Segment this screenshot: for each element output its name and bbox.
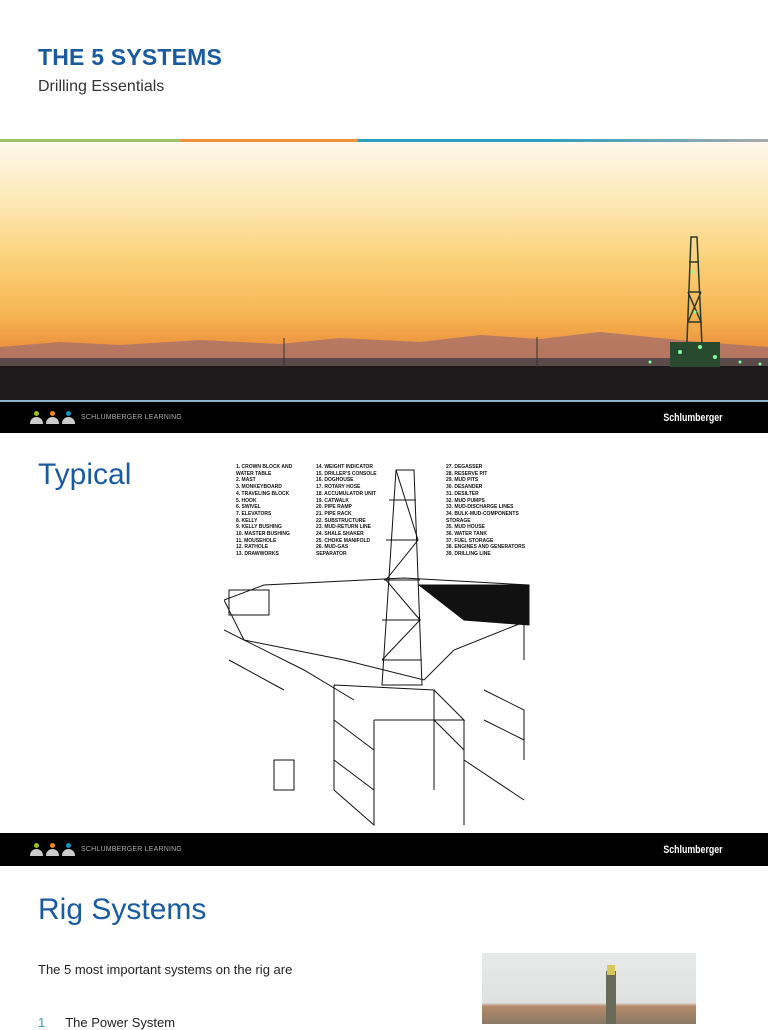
list-item: 1 The Power System: [38, 1015, 175, 1030]
rig-diagram: 1. CROWN BLOCK AND WATER TABLE 2. MAST 3. …: [224, 460, 534, 828]
slide-title-typical: Typical: [38, 458, 132, 491]
brand-logo: Schlumberger: [663, 411, 723, 424]
learning-logo-icon: [30, 410, 75, 425]
list-number: 1: [38, 1015, 46, 1030]
intro-text: The 5 most important systems on the rig …: [38, 962, 293, 977]
learning-label: SCHLUMBERGER LEARNING: [81, 846, 183, 853]
list-label: The Power System: [65, 1015, 176, 1030]
sunset-rig-image: [0, 142, 768, 400]
learning-logo-icon: [30, 842, 75, 857]
brand-logo: Schlumberger: [663, 843, 723, 856]
footer-bar: SCHLUMBERGER LEARNING Schlumberger: [0, 400, 768, 433]
page-title: THE 5 SYSTEMS: [38, 44, 223, 70]
learning-label: SCHLUMBERGER LEARNING: [81, 414, 183, 421]
footer-bar: SCHLUMBERGER LEARNING Schlumberger: [0, 833, 768, 866]
page-subtitle: Drilling Essentials: [38, 78, 165, 95]
rig-photo: [482, 953, 696, 1024]
slide-title-rig-systems: Rig Systems: [38, 893, 207, 926]
